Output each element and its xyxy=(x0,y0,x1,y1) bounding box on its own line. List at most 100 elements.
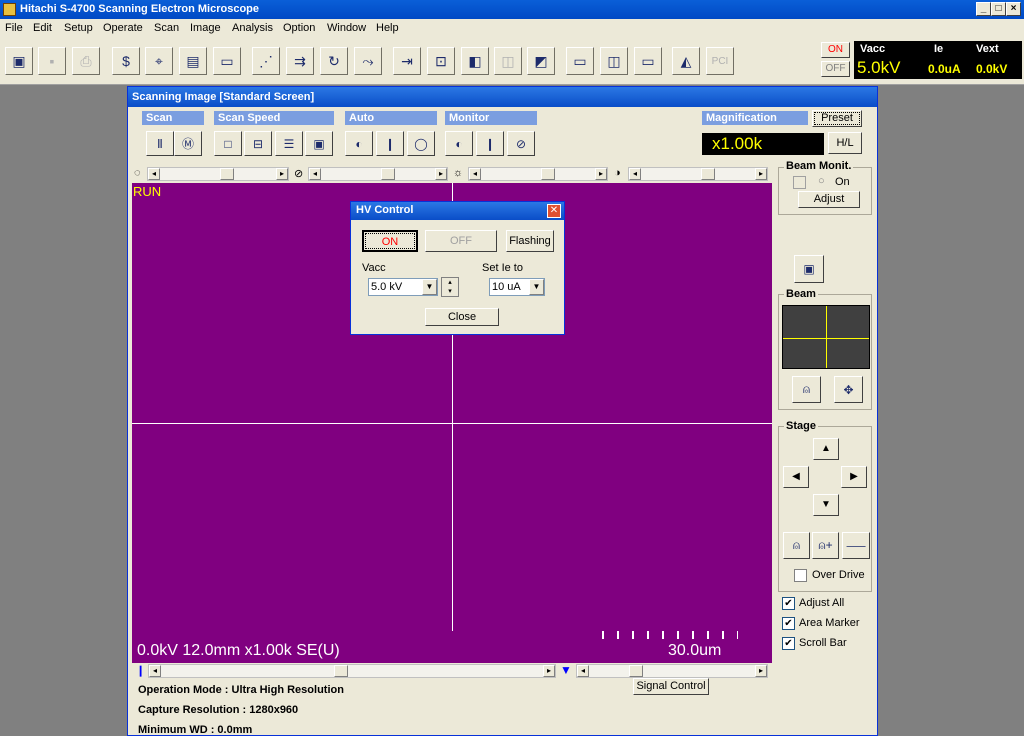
histogram-icon[interactable]: ◭ xyxy=(672,47,700,75)
scanning-window-title: Scanning Image [Standard Screen] xyxy=(128,87,877,107)
hv-dialog-vacc-select[interactable]: 5.0 kV ▼ xyxy=(368,278,438,296)
hv-dialog-on-button[interactable]: ON xyxy=(362,230,418,252)
color-map-icon[interactable]: ◧ xyxy=(461,47,489,75)
stage-down-button[interactable]: ▼ xyxy=(813,494,839,516)
menu-file[interactable]: File xyxy=(5,19,23,38)
maximize-button[interactable]: □ xyxy=(991,2,1006,16)
speed-3-button[interactable]: ☰ xyxy=(275,131,303,156)
capture-resolution-text: Capture Resolution : 1280x960 xyxy=(138,704,299,716)
annotation-icon[interactable]: ◩ xyxy=(527,47,555,75)
menu-window[interactable]: Window xyxy=(327,19,366,38)
rotation-icon[interactable]: ↻ xyxy=(320,47,348,75)
print-icon[interactable]: ⎙ xyxy=(72,47,100,75)
hl-button[interactable]: H/L xyxy=(828,132,862,154)
hv-off-button[interactable]: OFF xyxy=(821,61,850,77)
menu-setup[interactable]: Setup xyxy=(64,19,93,38)
beam-monit-checkbox[interactable] xyxy=(793,176,806,189)
monitor-stigma-button[interactable]: ⊘ xyxy=(507,131,535,156)
stigma-y-slider[interactable]: ◂ ▸ xyxy=(308,167,448,181)
focus-slider[interactable]: ◂ ▸ xyxy=(148,664,556,678)
stage-up-button[interactable]: ▲ xyxy=(813,438,839,460)
signal-route-icon[interactable]: ⇥ xyxy=(393,47,421,75)
memory-button[interactable]: Ⓜ xyxy=(174,131,202,156)
adjust-all-label: Adjust All xyxy=(799,597,845,609)
stigma-x-slider[interactable]: ◂ ▸ xyxy=(147,167,289,181)
preset-button[interactable]: Preset xyxy=(812,110,862,127)
aperture-icon[interactable]: ⇉ xyxy=(286,47,314,75)
hv-dialog-flashing-button[interactable]: Flashing xyxy=(506,230,554,252)
menu-analysis[interactable]: Analysis xyxy=(232,19,273,38)
menu-scan[interactable]: Scan xyxy=(154,19,179,38)
beam-alignment-pad[interactable] xyxy=(782,305,870,369)
scroll-bar-checkbox[interactable]: ✔ xyxy=(782,637,795,650)
image-capture-icon[interactable]: ▤ xyxy=(179,47,207,75)
detector-icon[interactable]: ⊡ xyxy=(427,47,455,75)
hv-dialog-vacc-spinner[interactable]: ▴ ▾ xyxy=(441,277,459,297)
hv-dialog-close-button[interactable]: Close xyxy=(425,308,499,326)
pci-icon[interactable]: PCI xyxy=(706,47,734,75)
auto-brightness-button[interactable]: ◐ xyxy=(345,131,373,156)
freeze-button[interactable]: Ⅱ xyxy=(146,131,174,156)
stage-mouse-icon[interactable]: ⍝ xyxy=(783,532,810,559)
beam-move-icon[interactable]: ✥ xyxy=(834,376,863,403)
menu-image[interactable]: Image xyxy=(190,19,221,38)
monitor-brightness-button[interactable]: ◐ xyxy=(445,131,473,156)
group-auto: Auto xyxy=(345,111,437,125)
monitor-focus-button[interactable]: ❙ xyxy=(476,131,504,156)
stage-left-button[interactable]: ◀ xyxy=(783,466,809,488)
beam-mouse-icon[interactable]: ⍝ xyxy=(792,376,821,403)
hv-dialog-ie-value: 10 uA xyxy=(492,281,521,293)
minimize-button[interactable]: _ xyxy=(976,2,991,16)
vext-value: 0.0kV xyxy=(976,62,1008,76)
hv-dialog-ie-select[interactable]: 10 uA ▼ xyxy=(489,278,545,296)
speed-4-button[interactable]: ▣ xyxy=(305,131,333,156)
stage-right-button[interactable]: ▶ xyxy=(841,466,867,488)
app-icon xyxy=(3,3,16,16)
stage-mouse-plus-icon[interactable]: ⍝+ xyxy=(812,532,839,559)
floppy-save-button[interactable]: ▣ xyxy=(794,255,824,283)
menu-option[interactable]: Option xyxy=(283,19,315,38)
crosshair-icon[interactable]: ⌖ xyxy=(145,47,173,75)
align-icon[interactable]: ⋰ xyxy=(252,47,280,75)
speed-1-button[interactable]: □ xyxy=(214,131,242,156)
close-button[interactable]: × xyxy=(1006,2,1021,16)
save-icon[interactable]: ▪ xyxy=(38,47,66,75)
wd-slider[interactable]: ◂ ▸ xyxy=(576,664,768,678)
screen-full-icon[interactable]: ▭ xyxy=(634,47,662,75)
hv-dialog-off-button[interactable]: OFF xyxy=(425,230,497,252)
menu-edit[interactable]: Edit xyxy=(33,19,52,38)
app-title-bar: Hitachi S-4700 Scanning Electron Microsc… xyxy=(0,0,1024,19)
brightness-slider[interactable]: ◂ ▸ xyxy=(468,167,608,181)
cascade-windows-icon[interactable]: ▣ xyxy=(5,47,33,75)
group-scan: Scan xyxy=(142,111,204,125)
beam-monit-adjust-button[interactable]: Adjust xyxy=(798,191,860,208)
speed-2-button[interactable]: ⊟ xyxy=(244,131,272,156)
contrast-icon: ◑ xyxy=(614,167,621,179)
scale-bar-icon[interactable]: ▭ xyxy=(213,47,241,75)
beam-monit-radio-icon[interactable]: ○ xyxy=(818,175,825,187)
menu-operate[interactable]: Operate xyxy=(103,19,143,38)
hv-on-button[interactable]: ON xyxy=(821,42,850,58)
tilt-icon[interactable]: ⤳ xyxy=(354,47,382,75)
menu-help[interactable]: Help xyxy=(376,19,399,38)
adjust-all-checkbox[interactable]: ✔ xyxy=(782,597,795,610)
area-marker-checkbox[interactable]: ✔ xyxy=(782,617,795,630)
hv-dialog-close-icon[interactable]: ✕ xyxy=(547,204,561,218)
menu-bar: File Edit Setup Operate Scan Image Analy… xyxy=(0,19,1024,38)
stage-tilt-icon[interactable]: ⸺ xyxy=(842,532,870,559)
signal-control-button[interactable]: Signal Control xyxy=(633,678,709,695)
dual-image-icon[interactable]: ◫ xyxy=(494,47,522,75)
vacc-label: Vacc xyxy=(860,43,886,55)
magnification-display: x1.00k xyxy=(702,133,824,155)
stigma-icon[interactable]: $ xyxy=(112,47,140,75)
screen-standard-icon[interactable]: ▭ xyxy=(566,47,594,75)
auto-stigma-button[interactable]: ◯ xyxy=(407,131,435,156)
beam-pad-vertical-line xyxy=(826,306,827,368)
auto-focus-button[interactable]: ❙ xyxy=(376,131,404,156)
over-drive-label: Over Drive xyxy=(812,569,865,581)
screen-dual-icon[interactable]: ◫ xyxy=(600,47,628,75)
hv-dialog-vacc-label: Vacc xyxy=(362,262,386,274)
stage-title: Stage xyxy=(784,420,818,432)
contrast-slider[interactable]: ◂ ▸ xyxy=(628,167,768,181)
over-drive-checkbox[interactable] xyxy=(794,569,807,582)
